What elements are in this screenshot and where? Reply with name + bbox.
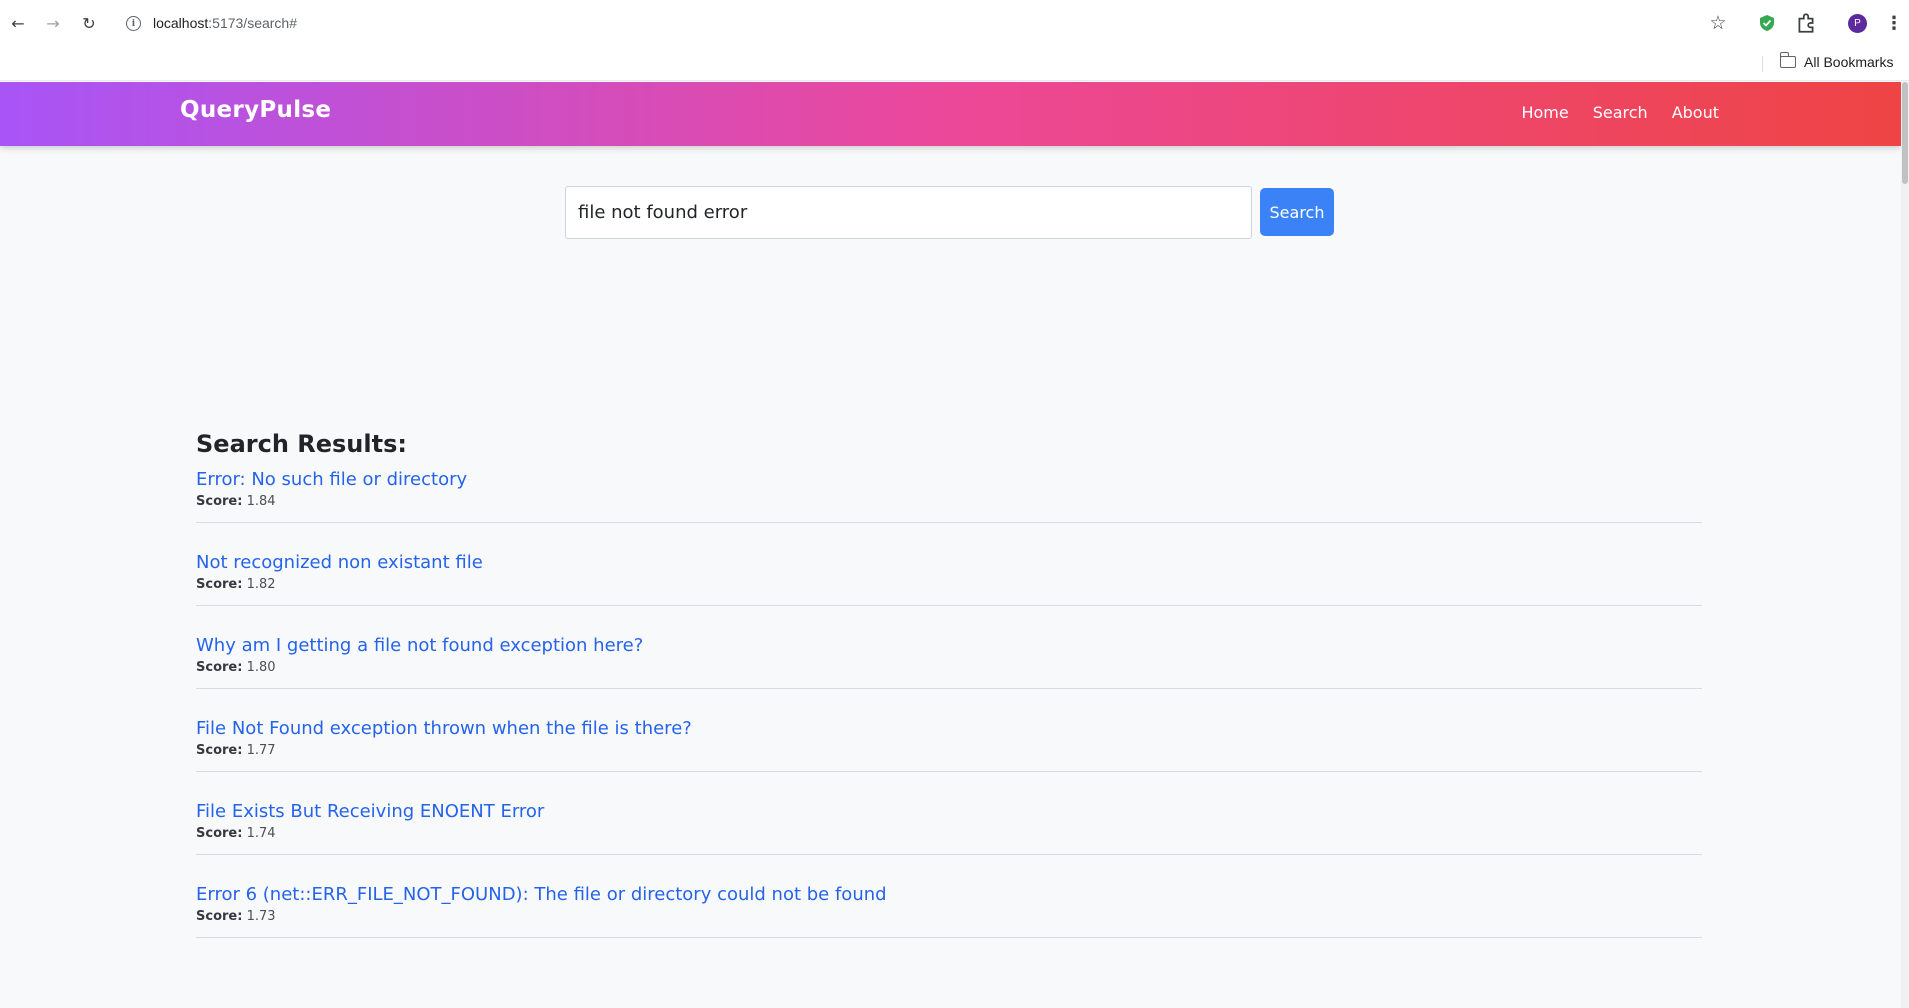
bookmarks-divider	[1762, 56, 1763, 72]
nav-links: Home Search About	[1521, 103, 1719, 122]
star-icon[interactable]: ☆	[1707, 12, 1729, 34]
result-title-link[interactable]: Not recognized non existant file	[196, 552, 1702, 573]
page-scrollbar[interactable]	[1901, 82, 1909, 1008]
search-form: Search	[565, 186, 1334, 239]
search-button[interactable]: Search	[1260, 188, 1334, 236]
result-item: File Not Found exception thrown when the…	[196, 718, 1702, 772]
nav-link-search[interactable]: Search	[1593, 103, 1648, 122]
score-label: Score:	[196, 660, 243, 675]
result-score: Score: 1.80	[196, 660, 1702, 675]
profile-avatar[interactable]: P	[1848, 14, 1867, 33]
address-bar[interactable]: i localhost:5173/search#	[118, 7, 1778, 40]
result-title-link[interactable]: File Not Found exception thrown when the…	[196, 718, 1702, 739]
all-bookmarks-button[interactable]: All Bookmarks	[1779, 52, 1894, 70]
scrollbar-thumb[interactable]	[1902, 82, 1908, 184]
result-item: File Exists But Receiving ENOENT Error S…	[196, 801, 1702, 855]
result-item: Why am I getting a file not found except…	[196, 635, 1702, 689]
score-label: Score:	[196, 826, 243, 841]
brand-logo[interactable]: QueryPulse	[180, 97, 331, 123]
result-item: Not recognized non existant file Score: …	[196, 552, 1702, 606]
url-path: :5173/search#	[208, 15, 297, 31]
shield-icon[interactable]	[1759, 14, 1775, 32]
score-label: Score:	[196, 743, 243, 758]
back-arrow-icon[interactable]: ←	[7, 12, 29, 34]
nav-link-home[interactable]: Home	[1521, 103, 1568, 122]
kebab-menu-icon[interactable]: ⋮	[1883, 12, 1905, 34]
results-heading: Search Results:	[196, 430, 407, 458]
score-value: 1.73	[246, 909, 276, 924]
result-score: Score: 1.84	[196, 494, 1702, 509]
url-text[interactable]: localhost:5173/search#	[153, 15, 297, 31]
result-item: Error 6 (net::ERR_FILE_NOT_FOUND): The f…	[196, 884, 1702, 938]
puzzle-icon[interactable]	[1795, 12, 1817, 34]
info-icon[interactable]: i	[126, 16, 141, 31]
reload-icon[interactable]: ↻	[78, 12, 100, 34]
score-value: 1.80	[246, 660, 276, 675]
result-score: Score: 1.77	[196, 743, 1702, 758]
search-input[interactable]	[565, 186, 1252, 239]
score-label: Score:	[196, 909, 243, 924]
bookmarks-bar: All Bookmarks	[0, 46, 1909, 81]
nav-link-about[interactable]: About	[1672, 103, 1719, 122]
score-value: 1.74	[246, 826, 276, 841]
result-item: Error: No such file or directory Score: …	[196, 469, 1702, 523]
result-title-link[interactable]: Why am I getting a file not found except…	[196, 635, 1702, 656]
url-host: localhost	[153, 15, 209, 31]
score-label: Score:	[196, 494, 243, 509]
page-viewport: QueryPulse Home Search About Search Sear…	[0, 82, 1909, 1008]
result-score: Score: 1.73	[196, 909, 1702, 924]
score-value: 1.77	[246, 743, 276, 758]
browser-toolbar: ← → ↻ i localhost:5173/search# ☆ P ⋮	[0, 0, 1909, 46]
result-title-link[interactable]: Error 6 (net::ERR_FILE_NOT_FOUND): The f…	[196, 884, 1702, 905]
result-score: Score: 1.82	[196, 577, 1702, 592]
folder-icon	[1779, 52, 1796, 68]
score-value: 1.82	[246, 577, 276, 592]
result-title-link[interactable]: Error: No such file or directory	[196, 469, 1702, 490]
result-title-link[interactable]: File Exists But Receiving ENOENT Error	[196, 801, 1702, 822]
search-results: Search Results: Error: No such file or d…	[196, 430, 1702, 967]
result-score: Score: 1.74	[196, 826, 1702, 841]
forward-arrow-icon[interactable]: →	[42, 12, 64, 34]
score-label: Score:	[196, 577, 243, 592]
navbar: QueryPulse Home Search About	[0, 82, 1901, 146]
all-bookmarks-label: All Bookmarks	[1804, 54, 1894, 70]
score-value: 1.84	[246, 494, 276, 509]
